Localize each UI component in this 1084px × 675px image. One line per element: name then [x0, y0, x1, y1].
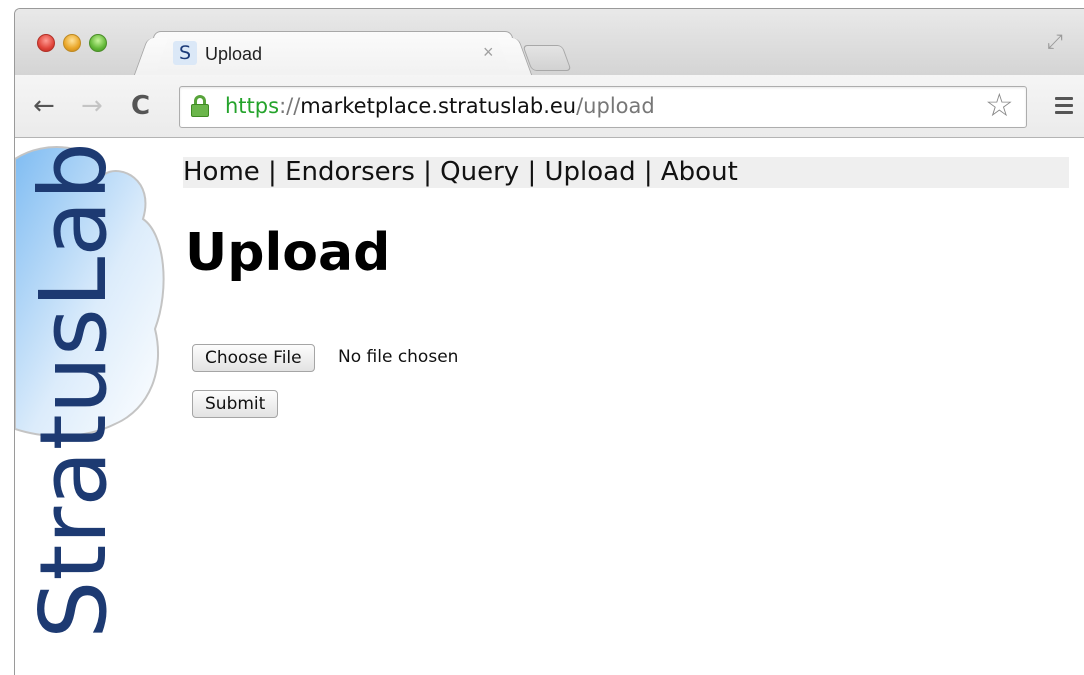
tab-title: Upload	[205, 44, 263, 64]
menu-icon[interactable]	[1055, 97, 1073, 118]
page-title: Upload	[185, 223, 391, 283]
bookmark-star-icon[interactable]: ☆	[985, 89, 1014, 121]
nav-link-endorsers[interactable]: Endorsers	[285, 157, 415, 187]
file-status-text: No file chosen	[338, 347, 459, 367]
nav-link-home[interactable]: Home	[183, 157, 260, 187]
nav-link-upload[interactable]: Upload	[544, 157, 635, 187]
tab-strip: S Upload × ⤢	[15, 9, 1084, 77]
nav-separator: |	[519, 157, 545, 187]
new-tab-button[interactable]	[522, 45, 572, 71]
stratuslab-logo: StratusLab	[15, 142, 165, 639]
page-content: StratusLab Home | Endorsers | Query | Up…	[15, 139, 1084, 675]
tab-close-icon[interactable]: ×	[483, 42, 494, 63]
favicon-icon: S	[173, 41, 197, 65]
logo-text: StratusLab	[20, 142, 127, 639]
close-window-button[interactable]	[37, 34, 55, 52]
browser-window: S Upload × ⤢ ← → C https://marketplace.s…	[14, 8, 1084, 675]
minimize-window-button[interactable]	[63, 34, 81, 52]
url-scheme: https	[225, 94, 280, 118]
address-url[interactable]: https://marketplace.stratuslab.eu/upload	[225, 94, 655, 118]
nav-separator: |	[259, 157, 286, 187]
lock-icon	[191, 95, 209, 117]
fullscreen-icon[interactable]: ⤢	[1047, 31, 1063, 54]
nav-separator: |	[635, 157, 661, 187]
back-arrow-icon[interactable]: ←	[33, 93, 55, 119]
zoom-window-button[interactable]	[89, 34, 107, 52]
reload-icon[interactable]: C	[131, 93, 150, 119]
site-nav: Home | Endorsers | Query | Upload | Abou…	[183, 157, 1069, 188]
url-path: /upload	[576, 94, 655, 118]
nav-link-query[interactable]: Query	[440, 157, 519, 187]
forward-arrow-icon[interactable]: →	[81, 93, 103, 119]
nav-link-about[interactable]: About	[661, 157, 738, 187]
submit-button[interactable]: Submit	[192, 390, 279, 418]
nav-separator: |	[414, 157, 441, 187]
choose-file-button[interactable]: Choose File	[192, 344, 315, 372]
url-host: marketplace.stratuslab.eu	[300, 94, 577, 118]
url-separator: ://	[279, 94, 301, 118]
